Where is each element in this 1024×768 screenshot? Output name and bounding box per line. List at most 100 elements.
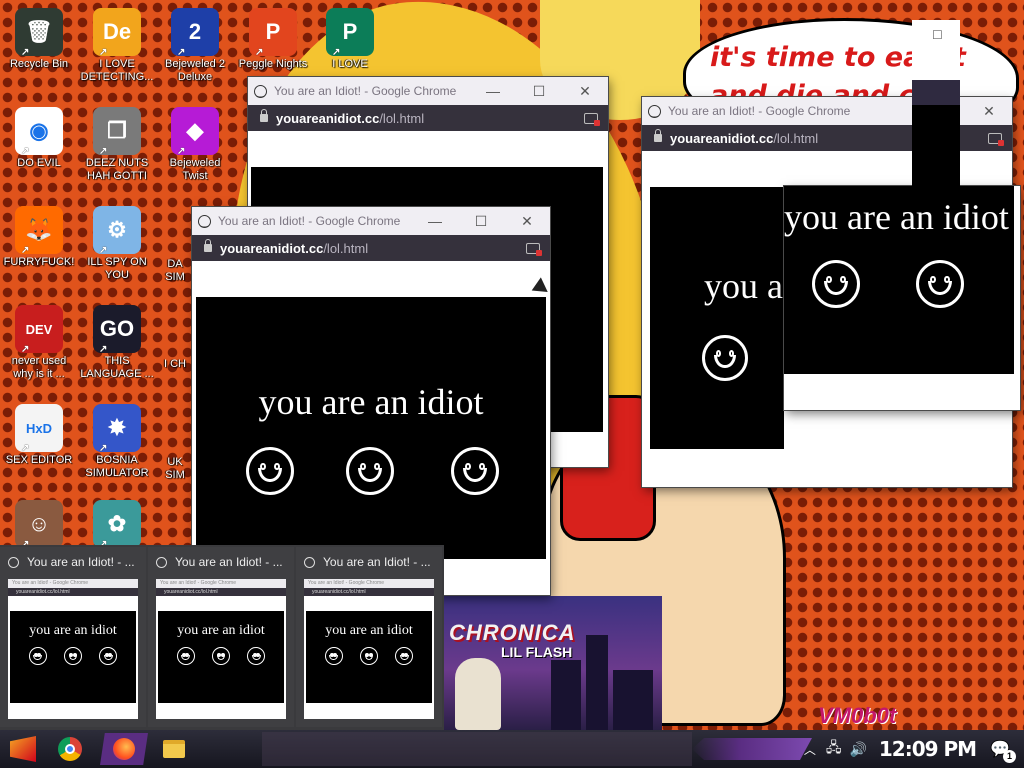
desktop-icon[interactable]: HxD ↗ SEX EDITOR — [1, 404, 77, 467]
address-bar[interactable]: youareanidiot.cc/lol.html — [192, 235, 550, 261]
desktop-icon[interactable]: P ↗ I LOVE — [312, 8, 388, 71]
network-icon[interactable]: 🖧 — [826, 737, 842, 761]
smiley-favicon-icon — [304, 556, 315, 568]
thumbnail-title-bar: You are an Idiot! - ... — [0, 547, 146, 577]
desktop-icon[interactable]: 2 ↗ Bejeweled 2 Deluxe — [157, 8, 233, 84]
thumbnail-headline: you are an idiot — [29, 623, 117, 638]
thumbnail-preview: You are an Idiot! - Google Chrome youarea… — [156, 579, 286, 719]
maximize-button[interactable]: ☐ — [458, 213, 504, 230]
publisher-icon: P ↗ — [326, 8, 374, 58]
maximize-button[interactable]: ☐ — [932, 28, 943, 42]
desktop-icon-label: DEEZ NUTS HAH GOTTI — [85, 157, 149, 182]
desktop-icon[interactable]: GO ↗ THIS LANGUAGE ... — [79, 305, 155, 381]
window-stack-icon: ❐ ↗ — [93, 107, 141, 157]
smiley-face-icon — [812, 260, 860, 308]
url-domain: youareanidiot.cc — [670, 130, 774, 146]
desktop-icon[interactable]: P ↗ Peggle Nights — [235, 8, 311, 71]
page-headline: you are an idiot — [784, 197, 1009, 237]
chrome-window-front[interactable]: ‿ You are an Idiot! - Google Chrome — ☐ … — [192, 207, 550, 595]
desktop-icon[interactable]: DEV ↗ never used why is it ... — [1, 305, 77, 381]
dev-cpp-icon: DEV ↗ — [15, 305, 63, 355]
peggle-icon: P ↗ — [249, 8, 297, 58]
url-path: /lol.html — [323, 240, 369, 256]
desktop-icon[interactable]: ✿↗ — [79, 500, 155, 550]
taskbar-thumbnail[interactable]: You are an Idiot! - ... You are an Idiot!… — [148, 547, 294, 727]
network-icon: ⚙ ↗ — [93, 206, 141, 256]
thumbnail-headline: you are an idiot — [325, 623, 413, 638]
taskbar-thumbnail[interactable]: You are an Idiot! - ... You are an Idiot!… — [296, 547, 442, 727]
desktop-icon-label: never used why is it ... — [11, 355, 67, 380]
desktop-icon[interactable]: ☺↗ — [1, 500, 77, 550]
address-bar[interactable]: youareanidiot.cc/lol.html — [248, 105, 608, 131]
desktop-icon[interactable]: ◉ ↗ DO EVIL — [1, 107, 77, 170]
smiley-favicon-icon — [156, 556, 167, 568]
taskbar-chrome[interactable] — [52, 733, 88, 765]
thumbnail-page: you are an idiot — [10, 611, 136, 703]
bejeweled-twist-icon: ◆ ↗ — [171, 107, 219, 157]
taskbar-file-explorer[interactable] — [156, 733, 192, 765]
shortcut-arrow-icon: ↗ — [21, 146, 30, 157]
url-path: /lol.html — [379, 110, 425, 126]
chrome-window-glitch[interactable]: you are an idiot — [784, 186, 1020, 410]
minimize-button[interactable]: — — [470, 83, 516, 99]
popup-blocked-icon[interactable] — [526, 242, 542, 256]
taskbar-firefox[interactable] — [100, 733, 148, 765]
shortcut-arrow-icon: ↗ — [99, 443, 108, 454]
smiley-face-icon — [324, 647, 343, 665]
thumbnail-preview: You are an Idiot! - Google Chrome youarea… — [304, 579, 434, 719]
maximize-button[interactable]: ☐ — [516, 83, 562, 100]
thumbnail-page: you are an idiot — [158, 611, 284, 703]
volume-icon[interactable]: 🔊 — [849, 741, 866, 758]
smiley-face-icon — [346, 447, 394, 495]
desktop-icon-partial-3[interactable]: UK SIM — [160, 456, 190, 482]
shortcut-arrow-icon: ↗ — [21, 245, 30, 256]
thumbnail-url: youareanidiot.cc — [312, 589, 349, 595]
popup-blocked-icon[interactable] — [988, 132, 1004, 146]
start-logo-icon — [10, 736, 36, 762]
album-figure — [455, 658, 501, 730]
url-domain: youareanidiot.cc — [276, 110, 380, 126]
thumbnail-url-path: /lol.html — [200, 589, 218, 595]
wallpaper-signature: VM0b0t — [818, 703, 897, 728]
window-titlebar[interactable]: ‿ You are an Idiot! - Google Chrome — ☐ … — [192, 207, 550, 235]
desktop-icon[interactable]: 🦊 ↗ FURRYFUCK! — [1, 206, 77, 269]
close-button[interactable]: ✕ — [966, 103, 1012, 120]
smiley-face-icon — [176, 647, 195, 665]
desktop: it's time to eat it and die and ch CHRON… — [0, 0, 1024, 730]
thumbnail-headline: you are an idiot — [177, 623, 265, 638]
smiley-favicon-icon — [8, 556, 19, 568]
smiley-favicon-icon: ‿ — [648, 104, 661, 118]
santa-icon: ✿↗ — [93, 500, 141, 550]
desktop-icon[interactable]: 🗑 ↗ Recycle Bin — [1, 8, 77, 71]
minimize-button[interactable]: — — [412, 213, 458, 229]
thumbnail-title: You are an Idiot! - ... — [27, 555, 135, 569]
thumbnail-window-title: You are an Idiot! - Google Chrome — [8, 579, 138, 588]
start-button[interactable] — [6, 733, 40, 765]
desktop-icon-label: Bejeweled 2 Deluxe — [165, 58, 225, 83]
notification-center-button[interactable]: 💬 1 — [990, 739, 1016, 763]
desktop-icon-partial-2[interactable]: I CH — [160, 358, 190, 371]
url-domain: youareanidiot.cc — [220, 240, 324, 256]
window-titlebar[interactable]: ‿ You are an Idiot! - Google Chrome — ☐ … — [248, 77, 608, 105]
close-button[interactable]: ✕ — [504, 213, 550, 230]
album-title: CHRONICA — [449, 620, 576, 645]
taskbar-active-region — [262, 732, 692, 766]
shortcut-arrow-icon: ↗ — [332, 47, 341, 58]
thumbnail-url: youareanidiot.cc — [16, 589, 53, 595]
desktop-icon-label: Recycle Bin — [9, 58, 69, 70]
close-button[interactable]: ✕ — [562, 83, 608, 100]
shortcut-arrow-icon: ↗ — [99, 146, 108, 157]
idiot-page-partial: you a — [650, 187, 784, 449]
desktop-icon[interactable]: ⚙ ↗ ILL SPY ON YOU — [79, 206, 155, 282]
taskbar-thumbnail[interactable]: You are an Idiot! - ... You are an Idiot!… — [0, 547, 146, 727]
desktop-icon[interactable]: ❐ ↗ DEEZ NUTS HAH GOTTI — [79, 107, 155, 183]
taskbar-clock[interactable]: 12:09 PM — [879, 737, 977, 761]
desktop-icon[interactable]: De ↗ I LOVE DETECTING... — [79, 8, 155, 84]
tray-expand-chevron-icon[interactable]: ︿ — [804, 741, 816, 758]
popup-blocked-icon[interactable] — [584, 112, 600, 126]
desktop-icon[interactable]: ✸ ↗ BOSNIA SIMULATOR — [79, 404, 155, 480]
mine-icon: ✸ ↗ — [93, 404, 141, 454]
smiley-face-icon — [451, 447, 499, 495]
desktop-icon[interactable]: ◆ ↗ Bejeweled Twist — [157, 107, 233, 183]
desktop-icon-partial-1[interactable]: DA SIM — [160, 258, 190, 284]
